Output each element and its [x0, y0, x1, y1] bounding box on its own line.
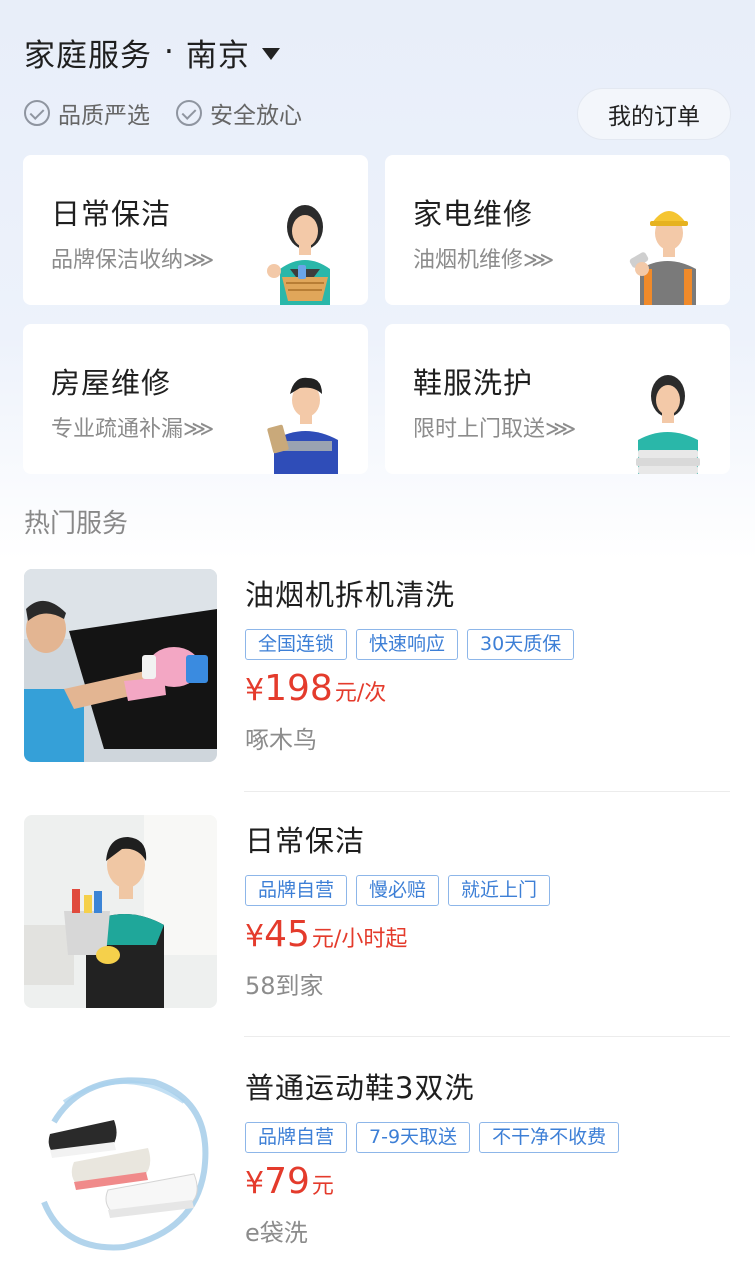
service-info: 日常保洁 品牌自营 慢必赔 就近上门 ¥ 45 元/小时起 58到家	[245, 815, 730, 1001]
worker-man-illustration-icon	[267, 377, 338, 474]
service-tag: 慢必赔	[356, 875, 440, 906]
service-tag: 30天质保	[467, 629, 575, 660]
price-amount: 79	[264, 1161, 310, 1202]
category-title: 日常保洁	[51, 197, 172, 231]
category-subtitle: 专业疏通补漏⋙	[51, 417, 215, 442]
category-subtitle: 限时上门取送⋙	[413, 417, 577, 442]
badge-quality: 品质严选	[24, 96, 150, 130]
service-tags: 品牌自营 7-9天取送 不干净不收费	[245, 1122, 730, 1153]
service-tag: 全国连锁	[245, 629, 348, 660]
category-card-laundry[interactable]: 鞋服洗护 限时上门取送⋙	[385, 324, 730, 474]
service-thumbnail	[24, 1062, 217, 1255]
service-tags: 全国连锁 快速响应 30天质保	[245, 629, 730, 660]
category-title: 家电维修	[413, 197, 534, 231]
category-card-house-repair[interactable]: 房屋维修 专业疏通补漏⋙	[23, 324, 368, 474]
category-title: 鞋服洗护	[413, 366, 534, 400]
page-header: 家庭服务 · 南京	[24, 28, 280, 76]
category-title: 房屋维修	[51, 366, 172, 400]
city-selector[interactable]: 南京	[186, 30, 250, 75]
badge-label: 安全放心	[210, 103, 302, 129]
service-tag: 不干净不收费	[479, 1122, 620, 1153]
service-vendor: 啄木鸟	[245, 726, 317, 754]
service-price: ¥ 45 元/小时起	[245, 914, 730, 960]
price-unit: 元/次	[334, 681, 387, 706]
check-circle-icon	[24, 100, 50, 126]
service-tags: 品牌自营 慢必赔 就近上门	[245, 875, 730, 906]
price-unit: 元	[311, 1174, 334, 1199]
quality-badges: 品质严选 安全放心	[24, 96, 328, 130]
price-currency: ¥	[245, 919, 265, 954]
caret-down-icon[interactable]	[261, 48, 280, 60]
category-subtitle: 品牌保洁收纳⋙	[51, 248, 215, 273]
service-name: 普通运动鞋3双洗	[245, 1071, 475, 1105]
price-currency: ¥	[245, 1166, 265, 1201]
cleaner-woman-illustration-icon	[267, 205, 330, 305]
badge-safety: 安全放心	[176, 96, 302, 130]
service-vendor: 58到家	[245, 972, 324, 1000]
service-tag: 快速响应	[356, 629, 459, 660]
service-item-daily-cleaning[interactable]: 日常保洁 品牌自营 慢必赔 就近上门 ¥ 45 元/小时起 58到家	[24, 815, 730, 1011]
service-price: ¥ 198 元/次	[245, 668, 730, 714]
category-card-cleaning[interactable]: 日常保洁 品牌保洁收纳⋙	[23, 155, 368, 305]
laundry-woman-illustration-icon	[636, 375, 700, 474]
category-subtitle: 油烟机维修⋙	[413, 248, 555, 273]
title-separator: ·	[164, 34, 174, 70]
my-orders-button[interactable]: 我的订单	[577, 88, 731, 140]
page-title: 家庭服务	[24, 37, 152, 74]
service-name: 油烟机拆机清洗	[245, 578, 456, 612]
list-divider	[244, 791, 730, 792]
service-tag: 就近上门	[448, 875, 551, 906]
category-card-appliance-repair[interactable]: 家电维修 油烟机维修⋙	[385, 155, 730, 305]
list-divider	[244, 1036, 730, 1037]
service-info: 油烟机拆机清洗 全国连锁 快速响应 30天质保 ¥ 198 元/次 啄木鸟	[245, 569, 730, 755]
service-item-shoe-washing[interactable]: 普通运动鞋3双洗 品牌自营 7-9天取送 不干净不收费 ¥ 79 元 e袋洗	[24, 1062, 730, 1258]
service-thumbnail	[24, 815, 217, 1008]
service-thumbnail	[24, 569, 217, 762]
price-unit: 元/小时起	[311, 927, 408, 952]
price-amount: 198	[264, 668, 333, 709]
badge-label: 品质严选	[58, 103, 150, 129]
service-item-hood-cleaning[interactable]: 油烟机拆机清洗 全国连锁 快速响应 30天质保 ¥ 198 元/次 啄木鸟	[24, 569, 730, 765]
service-tag: 品牌自营	[245, 875, 348, 906]
service-info: 普通运动鞋3双洗 品牌自营 7-9天取送 不干净不收费 ¥ 79 元 e袋洗	[245, 1062, 730, 1248]
service-vendor: e袋洗	[245, 1219, 308, 1247]
service-name: 日常保洁	[245, 824, 366, 858]
check-circle-icon	[176, 100, 202, 126]
service-tag: 品牌自营	[245, 1122, 348, 1153]
service-price: ¥ 79 元	[245, 1161, 730, 1207]
repairman-illustration-icon	[629, 211, 696, 305]
hot-services-title: 热门服务	[24, 509, 129, 539]
price-amount: 45	[264, 914, 310, 955]
service-tag: 7-9天取送	[356, 1122, 471, 1153]
price-currency: ¥	[245, 673, 265, 708]
